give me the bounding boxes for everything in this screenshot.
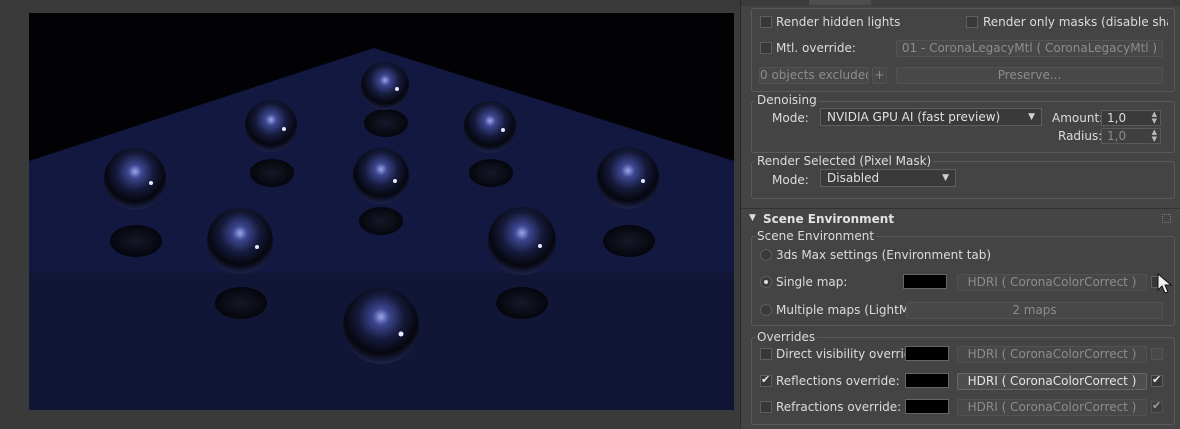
scene-environment-rollout-title: Scene Environment	[763, 212, 895, 226]
render-selected-mode-value: Disabled	[827, 171, 880, 185]
collapse-triangle-icon: ▼	[749, 213, 756, 223]
mtl-override-label: Mtl. override:	[776, 41, 856, 55]
direct-visibility-map-toggle[interactable]	[1151, 348, 1163, 360]
reflections-map-button[interactable]: HDRI ( CoronaColorCorrect )	[957, 373, 1147, 390]
direct-visibility-color-swatch[interactable]	[905, 346, 949, 361]
render-hidden-lights-checkbox[interactable]	[760, 16, 772, 28]
preserve-button[interactable]: Preserve...	[896, 67, 1163, 84]
env-multiple-maps-button[interactable]: 2 maps	[906, 302, 1163, 319]
denoising-mode-dropdown[interactable]: NVIDIA GPU AI (fast preview) ▼	[820, 108, 1042, 126]
objects-excluded-button[interactable]: 0 objects excluded...	[759, 67, 869, 84]
spinner-arrows-icon[interactable]: ▲ ▼	[1152, 129, 1157, 143]
refractions-override-checkbox[interactable]	[760, 401, 772, 413]
denoising-mode-value: NVIDIA GPU AI (fast preview)	[827, 110, 1001, 124]
refractions-color-swatch[interactable]	[905, 399, 949, 414]
direct-visibility-map-button[interactable]: HDRI ( CoronaColorCorrect )	[957, 346, 1147, 363]
render-selected-mode-label: Mode:	[772, 173, 809, 187]
mtl-override-material-button[interactable]: 01 - CoronaLegacyMtl ( CoronaLegacyMtl )	[896, 40, 1163, 57]
add-excluded-button[interactable]: +	[872, 67, 887, 84]
rollout-grip-icon[interactable]	[1162, 214, 1171, 223]
env-single-map-radio[interactable]	[760, 276, 772, 288]
render-image	[29, 13, 734, 410]
denoising-amount-label: Amount:	[1052, 111, 1104, 125]
reflections-override-label: Reflections override:	[776, 374, 900, 388]
env-multiple-maps-radio[interactable]	[760, 304, 772, 316]
denoising-radius-value: 1,0	[1107, 129, 1127, 143]
spinner-arrows-icon[interactable]: ▲ ▼	[1152, 111, 1157, 125]
mtl-override-checkbox[interactable]	[760, 42, 772, 54]
render-settings-panel: Render hidden lights Render only masks (…	[740, 0, 1180, 429]
env-3dsmax-label: 3ds Max settings (Environment tab)	[776, 248, 992, 262]
render-only-masks-label: Render only masks (disable shading	[983, 15, 1168, 29]
env-single-map-color-swatch[interactable]	[903, 274, 947, 289]
refractions-override-label: Refractions override:	[776, 400, 902, 414]
denoising-radius-label: Radius:	[1058, 129, 1103, 143]
direct-visibility-override-label: Direct visibility override:	[776, 347, 923, 361]
env-single-map-button[interactable]: HDRI ( CoronaColorCorrect )	[957, 274, 1147, 291]
denoising-radius-spinner[interactable]: 1,0 ▲ ▼	[1101, 128, 1161, 144]
denoising-amount-spinner[interactable]: 1,0 ▲ ▼	[1101, 110, 1161, 126]
env-single-map-label: Single map:	[776, 275, 848, 289]
panel-tab-strip	[741, 0, 1180, 6]
env-3dsmax-radio[interactable]	[760, 249, 772, 261]
render-selected-mode-dropdown[interactable]: Disabled ▼	[820, 169, 956, 187]
reflections-map-toggle[interactable]	[1151, 373, 1163, 387]
overrides-title: Overrides	[755, 330, 818, 344]
render-selected-title: Render Selected (Pixel Mask)	[755, 154, 934, 168]
scene-environment-rollout[interactable]: ▼ Scene Environment	[741, 208, 1180, 229]
render-only-masks-checkbox[interactable]	[966, 16, 978, 28]
scene-environment-title: Scene Environment	[755, 229, 877, 243]
panel-tab[interactable]	[809, 0, 871, 5]
direct-visibility-override-checkbox[interactable]	[760, 348, 772, 360]
reflections-color-swatch[interactable]	[905, 373, 949, 388]
denoising-amount-value: 1,0	[1107, 111, 1127, 125]
render-preview	[29, 13, 734, 410]
refractions-map-toggle[interactable]	[1151, 399, 1163, 413]
mouse-pointer-icon	[1157, 273, 1173, 294]
denoising-mode-label: Mode:	[772, 111, 809, 125]
chevron-down-icon: ▼	[942, 173, 949, 183]
refractions-map-button[interactable]: HDRI ( CoronaColorCorrect )	[957, 399, 1147, 416]
chevron-down-icon: ▼	[1028, 112, 1035, 122]
denoising-title: Denoising	[755, 93, 819, 107]
panel-tab[interactable]	[871, 0, 1171, 5]
render-hidden-lights-label: Render hidden lights	[776, 15, 901, 29]
reflections-override-checkbox[interactable]	[760, 373, 772, 387]
